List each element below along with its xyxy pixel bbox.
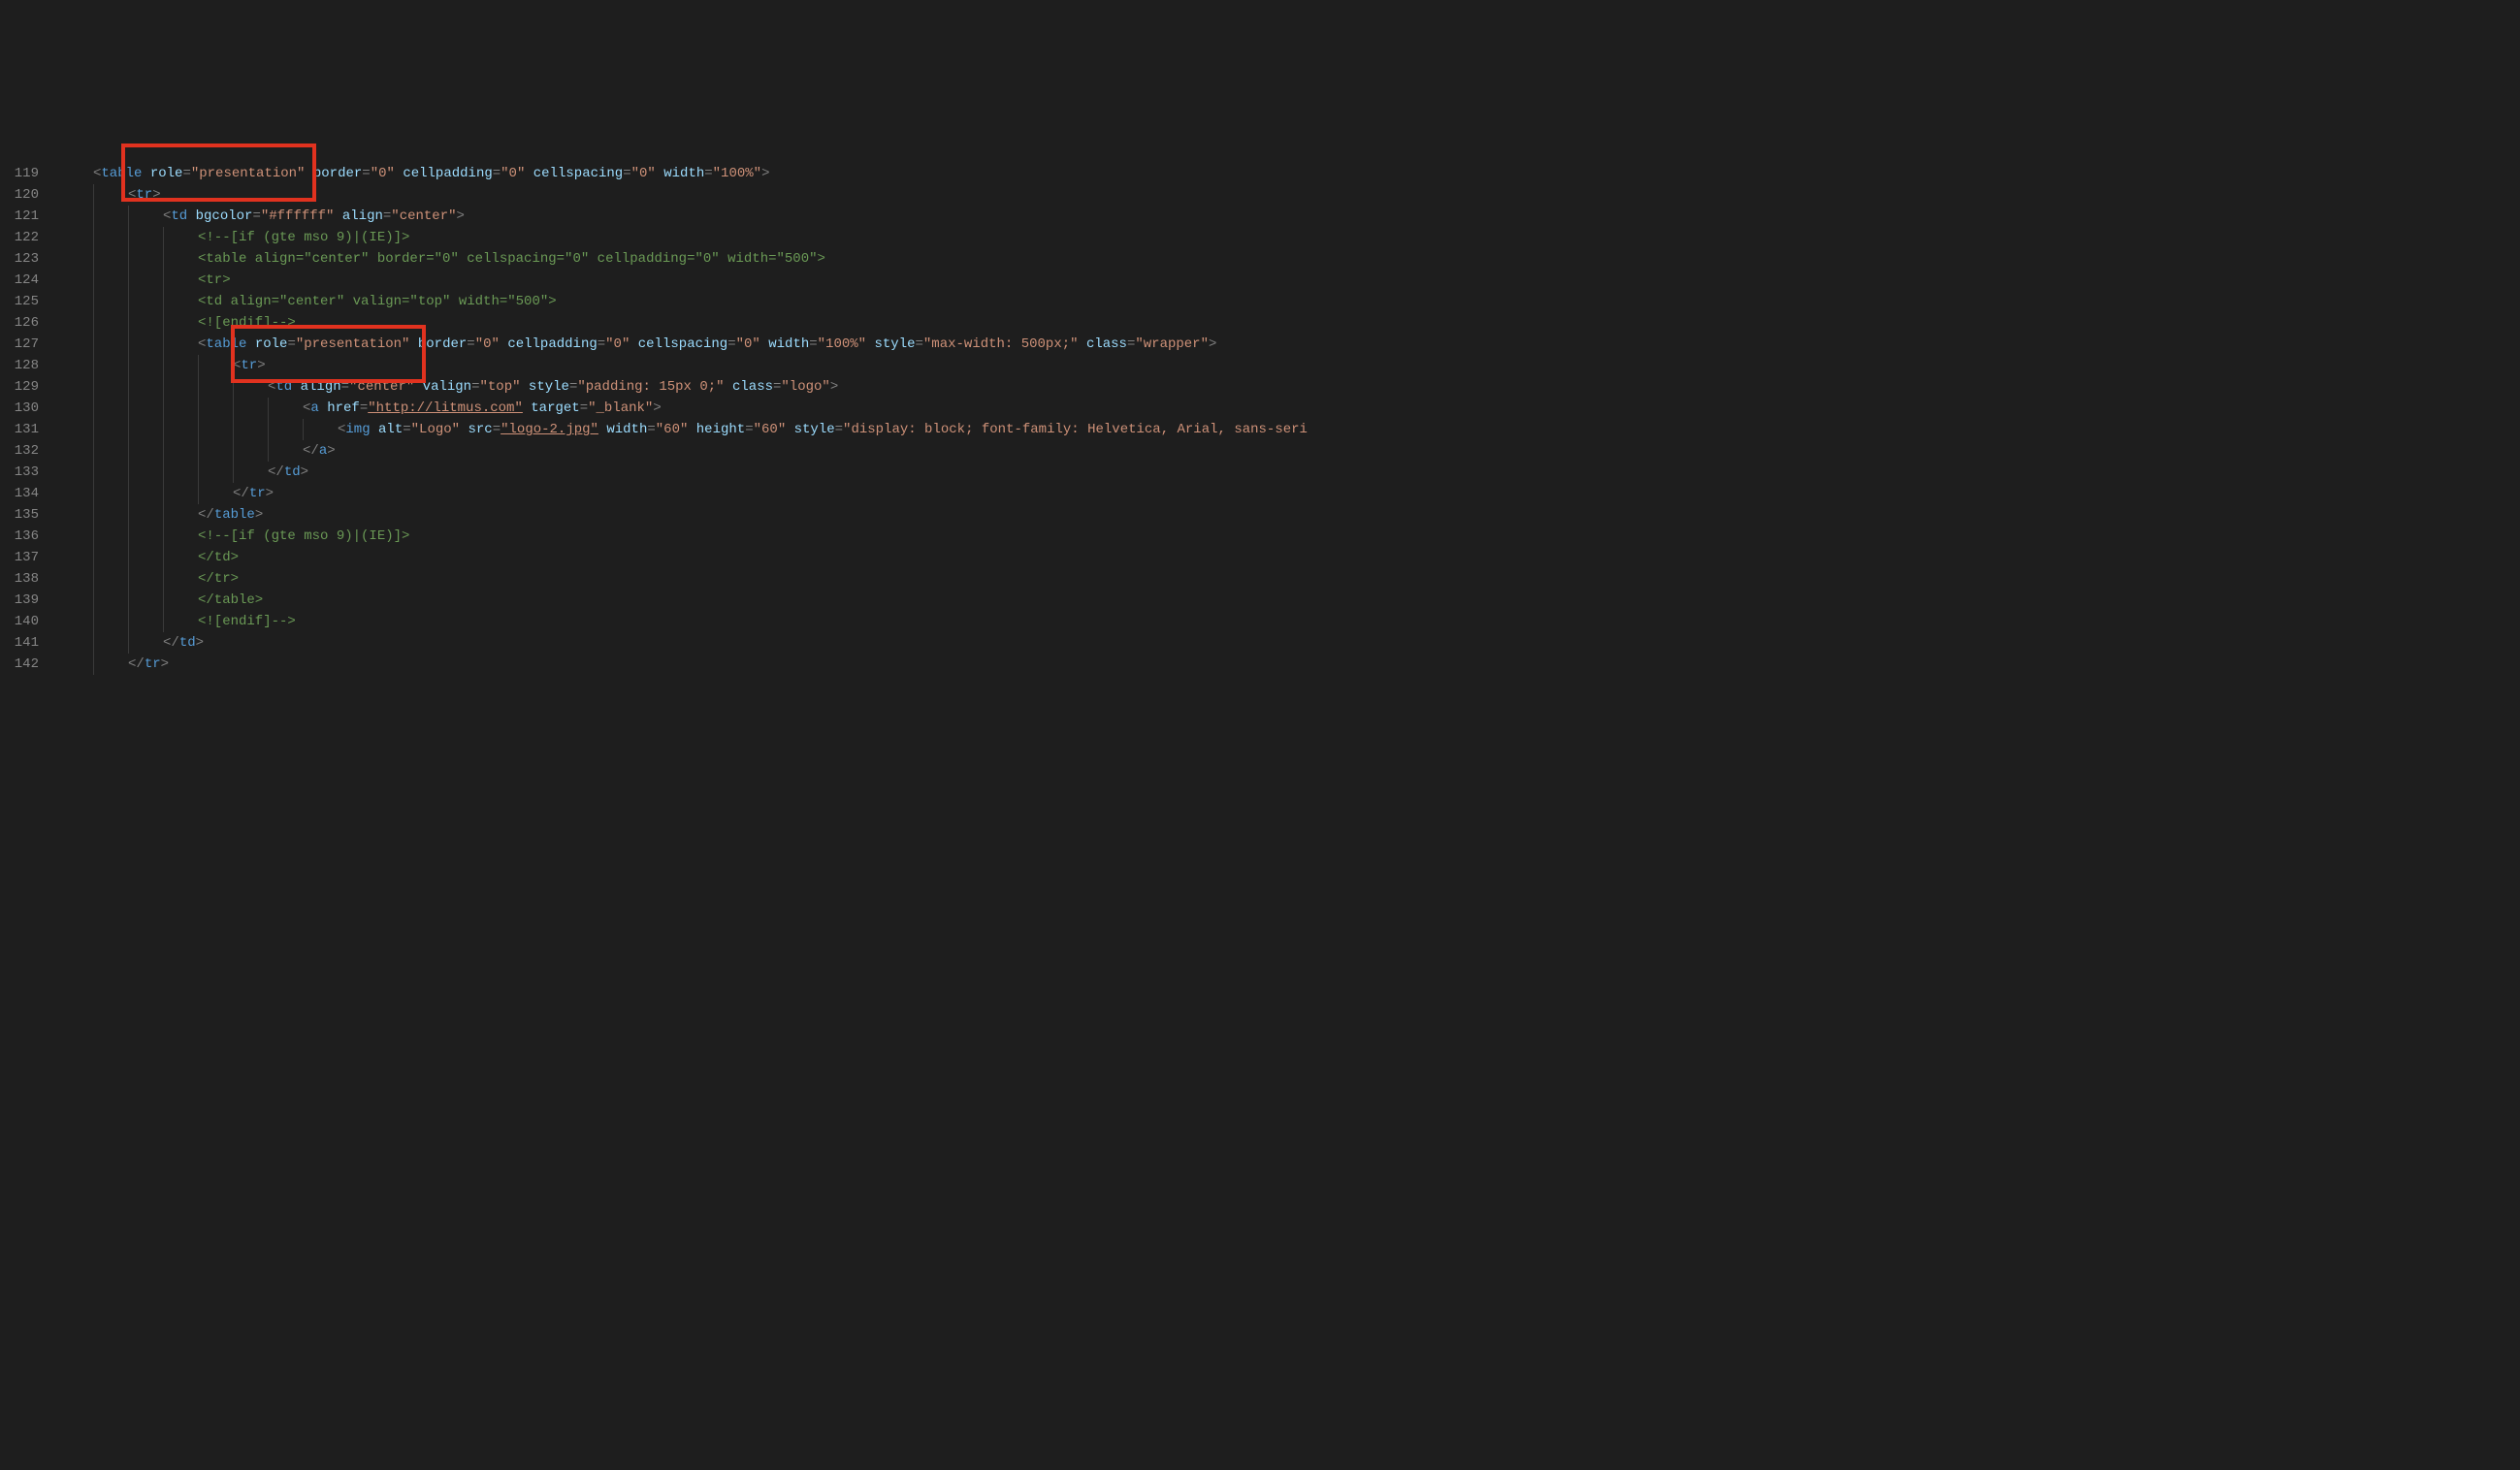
line-number: 134 (0, 483, 39, 504)
code-line[interactable]: <table role="presentation" border="0" ce… (58, 334, 2520, 355)
code-line[interactable]: <tr> (58, 355, 2520, 376)
code-line[interactable]: <![endif]--> (58, 611, 2520, 632)
code-line[interactable]: </tr> (58, 483, 2520, 504)
code-line[interactable]: </td> (58, 547, 2520, 568)
line-number: 124 (0, 270, 39, 291)
code-line[interactable]: </td> (58, 462, 2520, 483)
code-line[interactable]: <td align="center" valign="top" style="p… (58, 376, 2520, 398)
line-number: 131 (0, 419, 39, 440)
code-line[interactable]: </table> (58, 590, 2520, 611)
line-number: 138 (0, 568, 39, 590)
line-number: 132 (0, 440, 39, 462)
line-number-gutter: 1191201211221231241251261271281291301311… (0, 163, 58, 675)
code-line[interactable]: <img alt="Logo" src="logo-2.jpg" width="… (58, 419, 2520, 440)
code-line[interactable]: </tr> (58, 654, 2520, 675)
line-number: 121 (0, 206, 39, 227)
line-number: 119 (0, 163, 39, 184)
code-line[interactable]: </a> (58, 440, 2520, 462)
code-line[interactable]: <td bgcolor="#ffffff" align="center"> (58, 206, 2520, 227)
line-number: 139 (0, 590, 39, 611)
line-number: 123 (0, 248, 39, 270)
code-line[interactable]: <![endif]--> (58, 312, 2520, 334)
line-number: 120 (0, 184, 39, 206)
code-line[interactable]: </tr> (58, 568, 2520, 590)
code-line[interactable]: <table role="presentation" border="0" ce… (58, 163, 2520, 184)
code-line[interactable]: </td> (58, 632, 2520, 654)
line-number: 137 (0, 547, 39, 568)
code-line[interactable]: <tr> (58, 270, 2520, 291)
line-number: 126 (0, 312, 39, 334)
code-line[interactable]: <a href="http://litmus.com" target="_bla… (58, 398, 2520, 419)
line-number: 140 (0, 611, 39, 632)
code-line[interactable]: <tr> (58, 184, 2520, 206)
code-line[interactable]: <td align="center" valign="top" width="5… (58, 291, 2520, 312)
line-number: 127 (0, 334, 39, 355)
code-line[interactable]: <table align="center" border="0" cellspa… (58, 248, 2520, 270)
line-number: 130 (0, 398, 39, 419)
line-number: 128 (0, 355, 39, 376)
code-editor[interactable]: 1191201211221231241251261271281291301311… (0, 0, 2520, 675)
line-number: 133 (0, 462, 39, 483)
line-number: 125 (0, 291, 39, 312)
line-number: 142 (0, 654, 39, 675)
line-number: 122 (0, 227, 39, 248)
code-line[interactable]: </table> (58, 504, 2520, 526)
code-area[interactable]: <table role="presentation" border="0" ce… (58, 163, 2520, 675)
line-number: 129 (0, 376, 39, 398)
line-number: 135 (0, 504, 39, 526)
code-line[interactable]: <!--[if (gte mso 9)|(IE)]> (58, 526, 2520, 547)
line-number: 141 (0, 632, 39, 654)
line-number: 136 (0, 526, 39, 547)
code-line[interactable]: <!--[if (gte mso 9)|(IE)]> (58, 227, 2520, 248)
